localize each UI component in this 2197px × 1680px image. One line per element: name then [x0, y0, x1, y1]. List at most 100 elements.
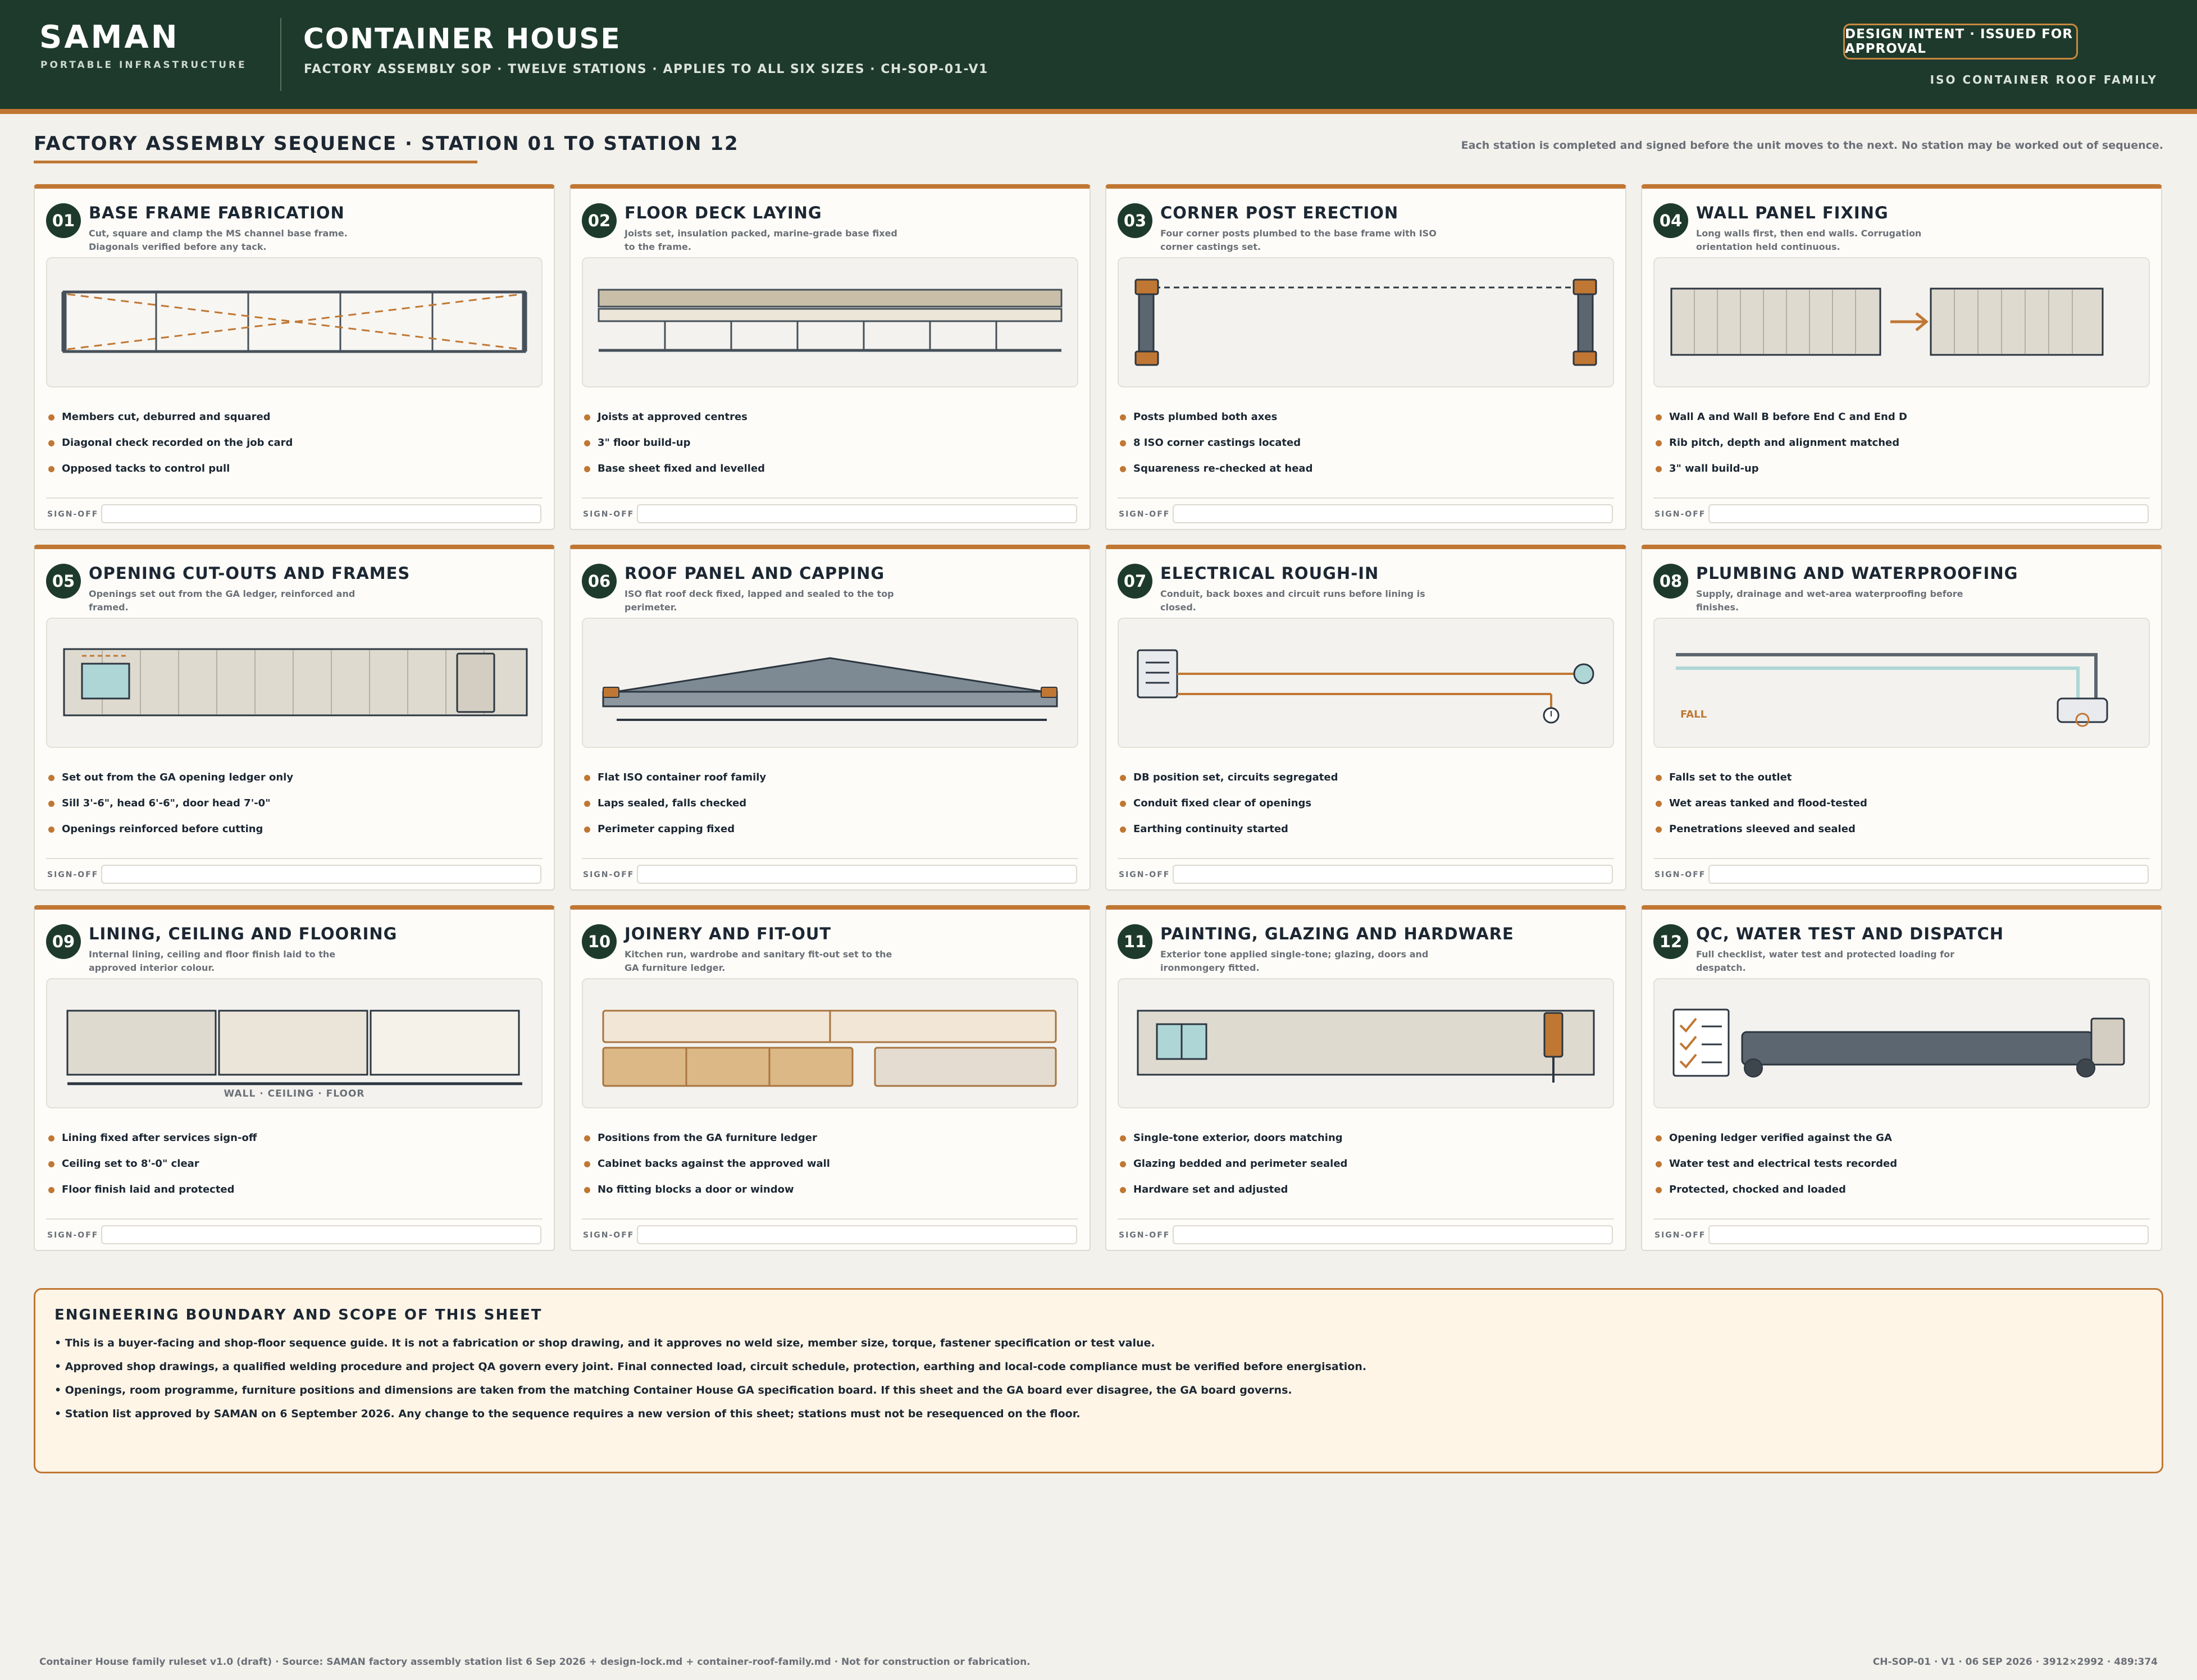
signoff-field[interactable]	[1173, 1225, 1613, 1244]
checklist-item: Sill 3'-6", head 6'-6", door head 7'-0"	[48, 797, 293, 823]
signoff-field[interactable]	[637, 504, 1077, 523]
station-title: PAINTING, GLAZING AND HARDWARE	[1160, 924, 1514, 943]
station-description: Cut, square and clamp the MS channel bas…	[89, 228, 348, 252]
painting-diagram	[1118, 978, 1614, 1108]
card-divider	[582, 1218, 1078, 1220]
station-number: 03	[1118, 203, 1152, 238]
wall-panel-diagram	[1653, 257, 2150, 387]
signoff-field[interactable]	[101, 865, 541, 884]
station-number: 05	[46, 564, 81, 599]
signoff-field[interactable]	[101, 504, 541, 523]
station-card-05: 05 OPENING CUT-OUTS AND FRAMES Openings …	[34, 545, 555, 891]
section-underline	[34, 161, 477, 163]
station-number: 12	[1653, 924, 1688, 959]
checklist-item: Wall A and Wall B before End C and End D	[1656, 411, 1907, 437]
signoff-field[interactable]	[101, 1225, 541, 1244]
page-header: SAMAN PORTABLE INFRASTRUCTURE CONTAINER …	[0, 0, 2197, 114]
station-card-01: 01 BASE FRAME FABRICATION Cut, square an…	[34, 184, 555, 530]
checklist-item: Ceiling set to 8'-0" clear	[48, 1158, 257, 1184]
scope-item: • Openings, room programme, furniture po…	[54, 1384, 1292, 1396]
station-number: 02	[582, 203, 617, 238]
station-description: Exterior tone applied single-tone; glazi…	[1160, 949, 1429, 973]
card-divider	[46, 858, 543, 859]
station-card-03: 03 CORNER POST ERECTION Four corner post…	[1105, 184, 1626, 530]
station-card-04: 04 WALL PANEL FIXING Long walls first, t…	[1641, 184, 2162, 530]
checklist-item: DB position set, circuits segregated	[1120, 771, 1338, 797]
checklist-item: Openings reinforced before cutting	[48, 823, 293, 849]
card-divider	[582, 858, 1078, 859]
station-title: ROOF PANEL AND CAPPING	[625, 564, 885, 583]
checklist: Single-tone exterior, doors matching Gla…	[1120, 1132, 1347, 1209]
checklist-item: No fitting blocks a door or window	[584, 1184, 830, 1209]
status-badge: DESIGN INTENT · ISSUED FOR APPROVAL	[1843, 24, 2078, 60]
card-divider	[46, 1218, 543, 1220]
checklist-item: Water test and electrical tests recorded	[1656, 1158, 1897, 1184]
checklist-item: Squareness re-checked at head	[1120, 463, 1312, 489]
brand-tagline: PORTABLE INFRASTRUCTURE	[40, 60, 247, 71]
station-title: LINING, CEILING AND FLOORING	[89, 924, 398, 943]
station-grid: 01 BASE FRAME FABRICATION Cut, square an…	[34, 184, 2163, 1251]
station-card-07: 07 ELECTRICAL ROUGH-IN Conduit, back box…	[1105, 545, 1626, 891]
checklist: Opening ledger verified against the GA W…	[1656, 1132, 1897, 1209]
checklist-item: Floor finish laid and protected	[48, 1184, 257, 1209]
station-description: Joists set, insulation packed, marine-gr…	[625, 228, 897, 252]
card-divider	[46, 497, 543, 499]
checklist: Flat ISO container roof family Laps seal…	[584, 771, 766, 849]
signoff-field[interactable]	[1173, 865, 1613, 884]
checklist-item: Protected, chocked and loaded	[1656, 1184, 1897, 1209]
station-card-10: 10 JOINERY AND FIT-OUT Kitchen run, ward…	[569, 905, 1091, 1251]
signoff-field[interactable]	[1708, 865, 2149, 884]
signoff-label: SIGN-OFF	[1654, 510, 1706, 519]
card-divider	[1653, 497, 2150, 499]
signoff-label: SIGN-OFF	[583, 510, 635, 519]
roof-family-label: ISO CONTAINER ROOF FAMILY	[1930, 73, 2158, 86]
station-number: 08	[1653, 564, 1688, 599]
opening-cutout-diagram	[46, 618, 543, 748]
checklist-item: Cabinet backs against the approved wall	[584, 1158, 830, 1184]
station-card-12: 12 QC, WATER TEST AND DISPATCH Full chec…	[1641, 905, 2162, 1251]
checklist: Set out from the GA opening ledger only …	[48, 771, 293, 849]
signoff-label: SIGN-OFF	[583, 1231, 635, 1240]
checklist-item: 3" floor build-up	[584, 437, 765, 463]
scope-panel: ENGINEERING BOUNDARY AND SCOPE OF THIS S…	[34, 1288, 2163, 1473]
checklist: Wall A and Wall B before End C and End D…	[1656, 411, 1907, 489]
signoff-label: SIGN-OFF	[47, 1231, 99, 1240]
checklist-item: 8 ISO corner castings located	[1120, 437, 1312, 463]
signoff-label: SIGN-OFF	[1119, 510, 1170, 519]
signoff-field[interactable]	[637, 865, 1077, 884]
brand-name: SAMAN	[39, 19, 180, 56]
signoff-field[interactable]	[1173, 504, 1613, 523]
signoff-field[interactable]	[1708, 1225, 2149, 1244]
station-card-02: 02 FLOOR DECK LAYING Joists set, insulat…	[569, 184, 1091, 530]
signoff-field[interactable]	[637, 1225, 1077, 1244]
joinery-diagram	[582, 978, 1078, 1108]
card-divider	[1118, 858, 1614, 859]
checklist: Lining fixed after services sign-off Cei…	[48, 1132, 257, 1209]
checklist-item: 3" wall build-up	[1656, 463, 1907, 489]
checklist-item: Laps sealed, falls checked	[584, 797, 766, 823]
signoff-label: SIGN-OFF	[1119, 1231, 1170, 1240]
section-title: FACTORY ASSEMBLY SEQUENCE · STATION 01 T…	[34, 133, 739, 155]
floor-deck-diagram	[582, 257, 1078, 387]
checklist-item: Single-tone exterior, doors matching	[1120, 1132, 1347, 1158]
checklist: DB position set, circuits segregated Con…	[1120, 771, 1338, 849]
checklist-item: Posts plumbed both axes	[1120, 411, 1312, 437]
header-divider	[280, 18, 281, 91]
checklist-item: Falls set to the outlet	[1656, 771, 1867, 797]
checklist: Positions from the GA furniture ledger C…	[584, 1132, 830, 1209]
station-description: Long walls first, then end walls. Corrug…	[1696, 228, 1922, 252]
document-subtitle: FACTORY ASSEMBLY SOP · TWELVE STATIONS ·…	[304, 62, 988, 76]
station-title: OPENING CUT-OUTS AND FRAMES	[89, 564, 411, 583]
card-divider	[1653, 858, 2150, 859]
signoff-field[interactable]	[1708, 504, 2149, 523]
corner-post-diagram	[1118, 257, 1614, 387]
scope-item: • This is a buyer-facing and shop-floor …	[54, 1337, 1155, 1349]
checklist-item: Positions from the GA furniture ledger	[584, 1132, 830, 1158]
signoff-label: SIGN-OFF	[1654, 870, 1706, 879]
signoff-label: SIGN-OFF	[47, 510, 99, 519]
fall-label: FALL	[1680, 709, 1707, 720]
station-description: Conduit, back boxes and circuit runs bef…	[1160, 588, 1425, 613]
checklist-item: Flat ISO container roof family	[584, 771, 766, 797]
scope-item: • Approved shop drawings, a qualified we…	[54, 1361, 1367, 1373]
checklist: Joists at approved centres 3" floor buil…	[584, 411, 765, 489]
